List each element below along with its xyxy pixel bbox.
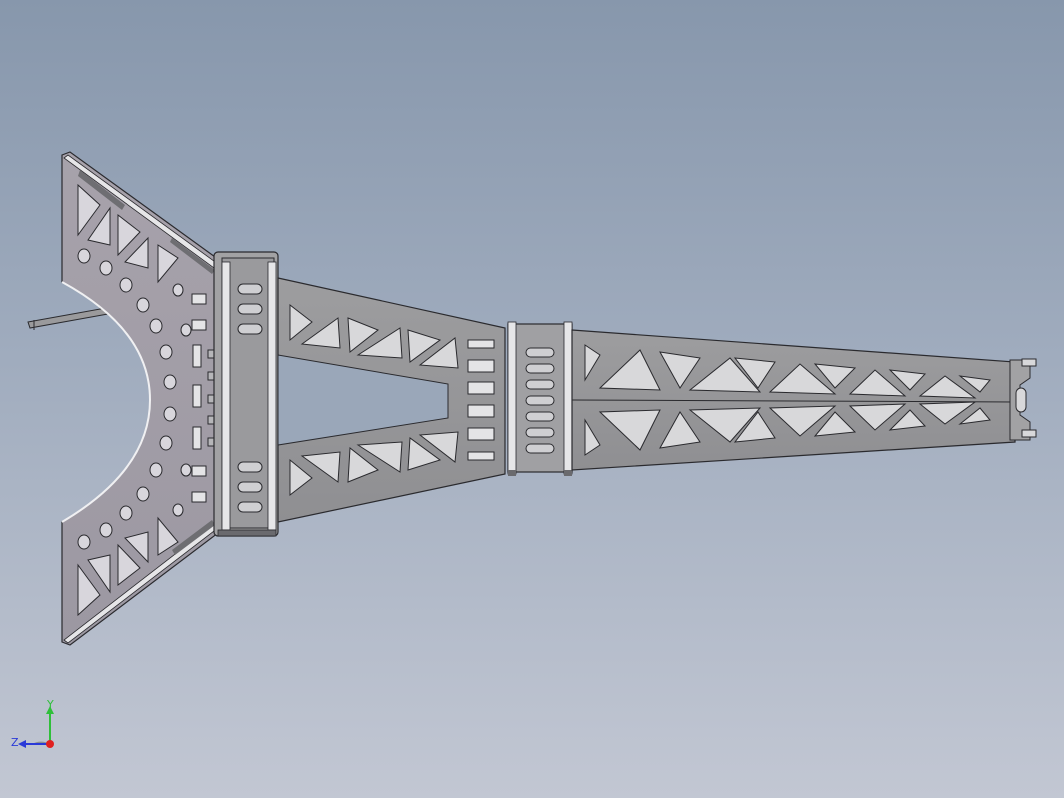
orientation-triad: Y Z <box>11 700 54 749</box>
base-plate <box>61 151 223 646</box>
middle-legs <box>277 277 506 523</box>
graphics-viewport[interactable]: Y Z <box>0 0 1064 798</box>
second-deck <box>507 321 573 476</box>
first-deck <box>213 251 279 537</box>
eiffel-tower-model[interactable] <box>0 0 1064 798</box>
y-axis-label: Y <box>46 700 54 711</box>
x-axis-origin <box>46 740 54 748</box>
z-axis-label: Z <box>11 736 19 749</box>
upper-spire <box>571 329 1037 471</box>
